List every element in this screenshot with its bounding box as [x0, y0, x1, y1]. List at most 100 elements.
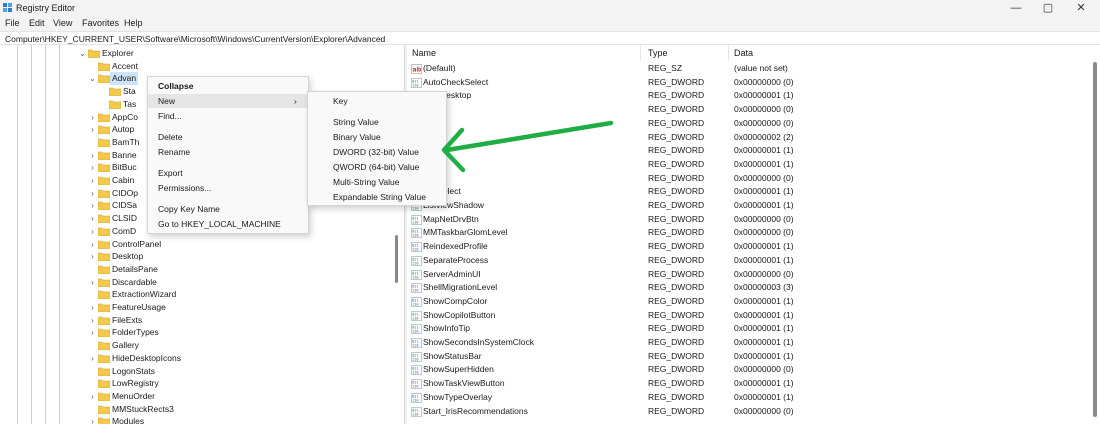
folder-icon [98, 379, 110, 389]
close-button[interactable]: ✕ [1063, 0, 1099, 16]
address-bar[interactable]: Computer\HKEY_CURRENT_USER\Software\Micr… [0, 31, 1100, 45]
expander-icon[interactable]: › [88, 326, 97, 339]
expander-icon[interactable]: › [88, 123, 97, 136]
menu-item-copy-key-name[interactable]: Copy Key Name [148, 202, 308, 216]
folder-icon [98, 176, 110, 185]
row-data: 0x00000000 (0) [734, 364, 794, 375]
row-data: 0x00000000 (0) [734, 227, 794, 238]
row-name: ShowTaskViewButton [423, 378, 505, 389]
table-row[interactable]: 011 110 ShowSecondsInSystemClock REG_DWORD 0… [407, 336, 1100, 350]
menu-item-find[interactable]: Find... [148, 109, 308, 123]
menu-favorites[interactable]: Favorites [82, 18, 119, 28]
expander-icon[interactable]: › [88, 415, 97, 424]
menu-edit[interactable]: Edit [29, 18, 45, 28]
tree-scrollbar[interactable] [395, 235, 398, 283]
table-row[interactable]: 011 110 ShowTaskViewButton REG_DWORD 0x00000… [407, 377, 1100, 391]
table-row[interactable]: ab (Default) REG_SZ (value not set) [407, 62, 1100, 76]
menu-item-label: DWORD (32-bit) Value [333, 147, 419, 157]
expander-icon[interactable]: › [88, 238, 97, 251]
expander-icon[interactable]: › [88, 276, 97, 289]
expander-icon[interactable]: › [88, 250, 97, 263]
svg-text:110: 110 [412, 83, 419, 87]
table-row[interactable]: 011 110 ShowCopilotButton REG_DWORD 0x000000… [407, 309, 1100, 323]
submenu-item-multi-string-value[interactable]: Multi-String Value [308, 175, 446, 189]
submenu-item-qword-value[interactable]: QWORD (64-bit) Value [308, 160, 446, 174]
expander-icon[interactable]: ⌄ [78, 47, 87, 60]
row-type: REG_DWORD [648, 227, 705, 238]
window-title: Registry Editor [16, 3, 76, 13]
table-row[interactable]: 011110PathREG_DWORD0x00000000 (0) [407, 103, 1100, 117]
table-row[interactable]: 011 110 ShowStatusBar REG_DWORD 0x00000001 (… [407, 350, 1100, 364]
menu-view[interactable]: View [53, 18, 72, 28]
expander-icon[interactable]: › [88, 174, 97, 187]
tree-item-label: Advan [110, 72, 139, 86]
submenu-item-string-value[interactable]: String Value [308, 115, 446, 129]
svg-text:110: 110 [412, 261, 419, 265]
values-list-pane[interactable]: Name Type Data ab (Default) REG_SZ (value n… [407, 45, 1100, 424]
table-row[interactable]: 011 110 SeparateProcess REG_DWORD 0x00000001… [407, 254, 1100, 268]
expander-icon[interactable]: › [88, 161, 97, 174]
menu-help[interactable]: Help [124, 18, 143, 28]
expander-icon[interactable]: › [88, 187, 97, 200]
expander-icon[interactable]: › [88, 212, 97, 225]
table-row[interactable]: 011 110 ShowCompColor REG_DWORD 0x00000001 (… [407, 295, 1100, 309]
submenu-item-expandable-string-value[interactable]: Expandable String Value [308, 190, 446, 204]
table-row[interactable]: 011 110 MMTaskbarGlomLevel REG_DWORD 0x00000… [407, 226, 1100, 240]
table-row[interactable]: 011 110 ShowTypeOverlay REG_DWORD 0x00000001… [407, 391, 1100, 405]
table-row[interactable]: 011110REG_DWORD0x00000001 (1) [407, 158, 1100, 172]
menu-item-new[interactable]: New › [148, 94, 308, 108]
menu-file[interactable]: File [5, 18, 20, 28]
table-row[interactable]: 011110REG_DWORD0x00000000 (0) [407, 172, 1100, 186]
expander-icon[interactable]: › [88, 301, 97, 314]
row-type: REG_SZ [648, 63, 683, 73]
table-row[interactable]: 011110tREG_DWORD0x00000001 (1) [407, 144, 1100, 158]
submenu-item-binary-value[interactable]: Binary Value [308, 130, 446, 144]
expander-icon[interactable]: › [88, 390, 97, 403]
table-row[interactable]: 011110REG_DWORD0x00000002 (2) [407, 131, 1100, 145]
row-data: 0x00000000 (0) [734, 213, 794, 224]
minimize-button[interactable]: — [998, 0, 1034, 16]
table-row[interactable]: 011 110 ShellMigrationLevel REG_DWORD 0x0000… [407, 281, 1100, 295]
values-scrollbar[interactable] [1093, 62, 1097, 417]
table-row[interactable]: 011 110 AutoCheckSelect REG_DWORD 0x00000000… [407, 76, 1100, 90]
tree-item-label: ComD [112, 225, 137, 236]
expander-icon[interactable]: › [88, 352, 97, 365]
column-header-data[interactable]: Data [729, 45, 1089, 61]
expander-icon[interactable]: › [88, 111, 97, 124]
table-row[interactable]: 011 110 ShowInfoTip REG_DWORD 0x00000001 (1) [407, 322, 1100, 336]
row-data: 0x00000001 (1) [734, 90, 794, 101]
table-row[interactable]: 011110REG_DWORD0x00000000 (0) [407, 117, 1100, 131]
expander-icon[interactable]: › [88, 149, 97, 162]
binary-value-icon: 011110 [411, 255, 422, 266]
column-header-name[interactable]: Name [407, 45, 641, 61]
tree-item-label: DetailsPane [112, 263, 158, 274]
address-path[interactable]: Computer\HKEY_CURRENT_USER\Software\Micr… [5, 34, 385, 44]
maximize-button[interactable]: ▢ [1030, 0, 1066, 16]
column-header-type[interactable]: Type [643, 45, 729, 61]
expander-icon[interactable]: › [88, 225, 97, 238]
table-row[interactable]: 011 110 ServerAdminUI REG_DWORD 0x00000000 (… [407, 268, 1100, 282]
table-row[interactable]: 011 110 ReindexedProfile REG_DWORD 0x0000000… [407, 240, 1100, 254]
submenu-item-key[interactable]: Key [308, 94, 446, 108]
expander-icon[interactable]: › [88, 314, 97, 327]
expander-icon[interactable]: › [88, 199, 97, 212]
menu-item-goto-hklm[interactable]: Go to HKEY_LOCAL_MACHINE [148, 217, 308, 231]
table-row[interactable]: 011 110 MapNetDrvBtn REG_DWORD 0x00000000 (0… [407, 213, 1100, 227]
expander-icon[interactable]: ⌄ [88, 72, 97, 85]
menu-item-collapse[interactable]: Collapse [148, 79, 308, 93]
folder-icon [98, 341, 110, 351]
binary-value-icon: 011110 [411, 392, 422, 403]
table-row[interactable]: 011 110 Start_IrisRecommendations REG_DWORD… [407, 405, 1100, 419]
table-row[interactable]: 011110phaSelectREG_DWORD0x00000001 (1) [407, 185, 1100, 199]
table-row[interactable]: 011110ListviewShadowREG_DWORD0x00000001 … [407, 199, 1100, 213]
row-data: 0x00000001 (1) [734, 309, 794, 320]
submenu-item-dword-value[interactable]: DWORD (32-bit) Value [308, 145, 446, 159]
table-row[interactable]: 011 110 ShowSuperHidden REG_DWORD 0x00000000… [407, 363, 1100, 377]
menu-item-export[interactable]: Export [148, 166, 308, 180]
menu-item-delete[interactable]: Delete [148, 130, 308, 144]
table-row[interactable]: 011110viewDesktopREG_DWORD0x00000001 (1) [407, 89, 1100, 103]
menu-item-permissions[interactable]: Permissions... [148, 181, 308, 195]
row-data: 0x00000001 (1) [734, 158, 794, 169]
binary-value-icon: 011110 [411, 406, 422, 417]
menu-item-rename[interactable]: Rename [148, 145, 308, 159]
